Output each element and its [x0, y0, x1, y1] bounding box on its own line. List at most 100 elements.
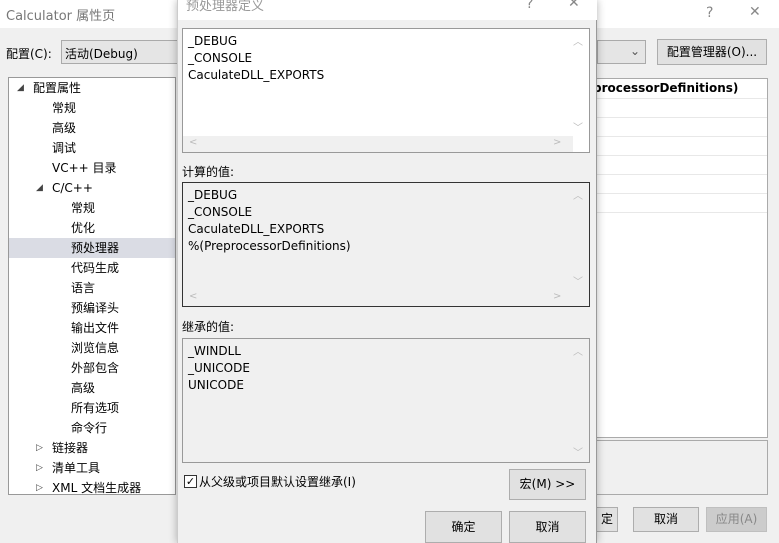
tree-item-label: C/C++	[52, 181, 93, 195]
dialog-ok-button[interactable]: 确定	[425, 511, 502, 543]
platform-select[interactable]: ⌄	[597, 40, 646, 64]
grid-row[interactable]	[593, 118, 767, 137]
value-line: UNICODE	[188, 378, 244, 392]
tree-item[interactable]: 预编译头	[9, 298, 175, 318]
scroll-down-icon[interactable]: ﹀	[573, 444, 583, 459]
collapse-arrow-icon[interactable]: ◢	[17, 78, 24, 98]
tree-item-label: 预处理器	[71, 241, 120, 255]
tree-item[interactable]: 输出文件	[9, 318, 175, 338]
help-button[interactable]: ?	[706, 5, 713, 21]
tree-item-label: VC++ 目录	[52, 161, 117, 175]
tree-item-label: 预编译头	[71, 301, 120, 315]
computed-label: 计算的值:	[182, 165, 235, 179]
inherited-values: ︿ ﹀ _WINDLL _UNICODE UNICODE	[182, 338, 590, 463]
collapse-arrow-icon[interactable]: ◢	[36, 178, 43, 198]
tree-item[interactable]: 命令行	[9, 418, 175, 438]
scroll-left-icon[interactable]: <	[189, 291, 197, 302]
close-button[interactable]: ✕	[749, 4, 761, 20]
tree-item-label: 清单工具	[52, 461, 101, 475]
tree-item[interactable]: 调试	[9, 138, 175, 158]
preprocessor-dialog: 预处理器定义 ? ✕ ︿ ﹀ < > _DEBUG _CONSOLE Caculat…	[177, 0, 597, 543]
tree-item[interactable]: ◢ C/C++	[9, 178, 175, 198]
tree-item[interactable]: ◢ 配置属性	[9, 78, 175, 98]
tree-item-label: 常规	[71, 201, 96, 215]
dialog-title: 预处理器定义	[186, 0, 265, 14]
tree-item-label: 所有选项	[71, 401, 120, 415]
scroll-down-icon[interactable]: ﹀	[573, 119, 583, 134]
scroll-right-icon[interactable]: >	[553, 137, 561, 148]
value-line: _WINDLL	[188, 344, 241, 358]
inherit-checkbox-row[interactable]: ✓ 从父级或项目默认设置继承(I)	[184, 473, 356, 490]
expand-arrow-icon[interactable]: ▷	[36, 478, 43, 494]
expand-arrow-icon[interactable]: ▷	[36, 458, 43, 478]
value-line: _DEBUG	[188, 188, 238, 202]
tree-item[interactable]: 所有选项	[9, 398, 175, 418]
grid-header: processorDefinitions)	[593, 79, 767, 99]
grid-row[interactable]	[593, 194, 767, 213]
tree-item[interactable]: ▷ XML 文档生成器	[9, 478, 175, 495]
property-tree[interactable]: ◢ 配置属性 常规 高级 调试 VC++ 目录 ◢ C/C++ 常规 优化 预处理器 代码生成 语言 预编…	[8, 77, 176, 495]
tree-item-label: 外部包含	[71, 361, 120, 375]
cancel-button-main[interactable]: 取消	[633, 507, 699, 532]
scroll-up-icon[interactable]: ︿	[573, 187, 583, 202]
scroll-up-icon[interactable]: ︿	[573, 343, 583, 358]
tree-item-label: 优化	[71, 221, 96, 235]
tree-item[interactable]: 优化	[9, 218, 175, 238]
tree-item-label: 浏览信息	[71, 341, 120, 355]
tree-item-label: 常规	[52, 101, 77, 115]
config-label: 配置(C):	[6, 47, 52, 61]
tree-item-label: 配置属性	[33, 81, 82, 95]
ok-label: 定	[600, 512, 613, 526]
inherit-checkbox-label: 从父级或项目默认设置继承(I)	[199, 475, 356, 489]
description-panel	[593, 440, 768, 495]
tree-item-label: 调试	[52, 141, 77, 155]
tree-item-label: 高级	[52, 121, 77, 135]
inherited-label: 继承的值:	[182, 320, 235, 334]
window-title: Calculator 属性页	[6, 9, 116, 24]
value-line: CaculateDLL_EXPORTS	[188, 222, 325, 236]
config-manager-button[interactable]: 配置管理器(O)...	[657, 39, 767, 65]
tree-item[interactable]: 外部包含	[9, 358, 175, 378]
tree-item[interactable]: 浏览信息	[9, 338, 175, 358]
value-line: %(PreprocessorDefinitions)	[188, 239, 351, 253]
tree-item[interactable]: 高级	[9, 378, 175, 398]
tree-item[interactable]: 预处理器	[9, 238, 175, 258]
dialog-cancel-button[interactable]: 取消	[509, 511, 586, 543]
chevron-down-icon: ⌄	[629, 44, 640, 58]
dialog-title-bar: 预处理器定义 ? ✕	[178, 0, 597, 20]
tree-item[interactable]: 常规	[9, 198, 175, 218]
tree-item-label: XML 文档生成器	[52, 481, 142, 495]
config-select[interactable]: 活动(Debug)	[61, 40, 181, 64]
tree-item[interactable]: 代码生成	[9, 258, 175, 278]
tree-item-label: 语言	[71, 281, 96, 295]
grid-row[interactable]	[593, 175, 767, 194]
tree-item[interactable]: 语言	[9, 278, 175, 298]
config-value: 活动(Debug)	[65, 47, 138, 61]
tree-item[interactable]: 常规	[9, 98, 175, 118]
tree-item[interactable]: ▷ 清单工具	[9, 458, 175, 478]
value-line: CaculateDLL_EXPORTS	[188, 68, 325, 82]
grid-row[interactable]	[593, 137, 767, 156]
tree-item-label: 高级	[71, 381, 96, 395]
scroll-up-icon[interactable]: ︿	[573, 33, 583, 48]
tree-item[interactable]: ▷ 链接器	[9, 438, 175, 458]
scroll-right-icon[interactable]: >	[553, 291, 561, 302]
scroll-down-icon[interactable]: ﹀	[573, 273, 583, 288]
expand-arrow-icon[interactable]: ▷	[36, 438, 43, 458]
tree-item-label: 链接器	[52, 441, 89, 455]
tree-item[interactable]: 高级	[9, 118, 175, 138]
scroll-left-icon[interactable]: <	[189, 137, 197, 148]
value-line: _UNICODE	[188, 361, 250, 375]
tree-item-label: 代码生成	[71, 261, 120, 275]
dialog-help-button[interactable]: ?	[526, 0, 533, 12]
grid-row[interactable]	[593, 156, 767, 175]
apply-button[interactable]: 应用(A)	[706, 507, 767, 532]
tree-item-label: 输出文件	[71, 321, 120, 335]
macro-button[interactable]: 宏(M) >>	[509, 469, 586, 500]
tree-item[interactable]: VC++ 目录	[9, 158, 175, 178]
value-line: _CONSOLE	[188, 205, 253, 219]
grid-row[interactable]	[593, 99, 767, 118]
definitions-input[interactable]: ︿ ﹀ < > _DEBUG _CONSOLE CaculateDLL_EXPORT…	[182, 28, 590, 153]
dialog-close-button[interactable]: ✕	[568, 0, 580, 11]
inherit-checkbox[interactable]: ✓	[184, 475, 197, 488]
